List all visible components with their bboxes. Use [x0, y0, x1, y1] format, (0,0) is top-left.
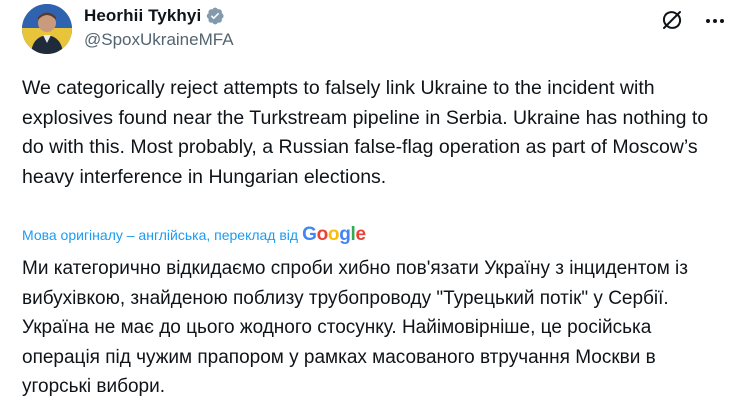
- avatar-photo: [22, 4, 72, 54]
- more-options-icon[interactable]: [703, 9, 727, 33]
- tweet: Heorhii Tykhyi @SpoxUkraineMFA We catego…: [0, 0, 740, 413]
- author-display-name[interactable]: Heorhii Tykhyi: [84, 6, 201, 26]
- translation-note-link[interactable]: Мова оригіналу – англійська, переклад ві…: [22, 227, 298, 243]
- avatar[interactable]: [22, 4, 72, 54]
- tweet-text: We categorically reject attempts to fals…: [22, 77, 709, 188]
- translated-text: Ми категорично відкидаємо спроби хибно п…: [22, 258, 688, 397]
- translation-attribution: Мова оригіналу – англійська, переклад ві…: [22, 224, 366, 246]
- author-handle[interactable]: @SpoxUkraineMFA: [84, 30, 234, 50]
- verified-badge-icon: [205, 6, 225, 26]
- google-logo: Google: [302, 224, 366, 245]
- author-name-row[interactable]: Heorhii Tykhyi: [84, 6, 225, 26]
- grok-icon[interactable]: [660, 8, 684, 32]
